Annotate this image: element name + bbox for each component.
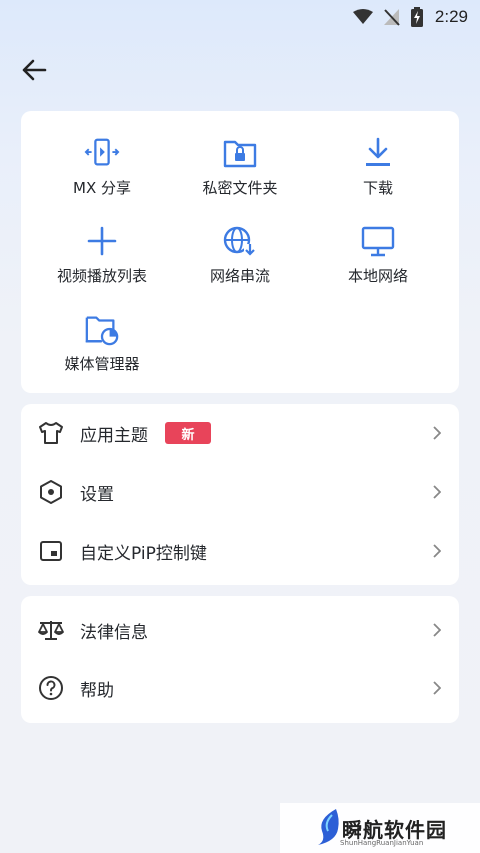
grid-label-download: 下载	[362, 179, 393, 197]
menu-label-help: 帮助	[80, 680, 114, 701]
menu-label-custom-pip: 自定义PiP控制键	[80, 543, 207, 564]
tshirt-icon	[37, 419, 65, 447]
wifi-icon	[352, 9, 373, 24]
media-manager-icon	[84, 311, 120, 347]
status-bar: 2:29	[0, 0, 480, 34]
menu-card-info: 法律信息 帮助	[21, 596, 459, 723]
grid-label-media-manager: 媒体管理器	[64, 355, 140, 373]
menu-label-app-theme: 应用主题	[80, 425, 148, 446]
mx-share-icon	[84, 135, 120, 171]
monitor-icon	[360, 223, 396, 259]
grid-item-private-folder[interactable]: 私密文件夹	[167, 135, 313, 198]
menu-item-settings[interactable]: 设置	[21, 463, 459, 521]
menu-card-general: 应用主题 新 设置 自定义PiP控制键	[21, 404, 459, 585]
battery-charging-icon	[410, 7, 423, 27]
help-icon	[37, 674, 65, 702]
chevron-right-icon	[431, 543, 443, 559]
grid-label-private-folder: 私密文件夹	[202, 179, 278, 197]
download-icon	[360, 135, 396, 171]
scale-icon	[37, 616, 65, 644]
feature-grid-card: MX 分享 私密文件夹 下载 视频播放列表 网络串流 本地网络 媒体管理器	[21, 111, 459, 393]
chevron-right-icon	[431, 680, 443, 696]
grid-label-local-network: 本地网络	[347, 267, 408, 285]
menu-label-legal-info: 法律信息	[80, 622, 148, 643]
pip-icon	[37, 537, 65, 565]
grid-item-download[interactable]: 下载	[305, 135, 451, 198]
menu-label-settings: 设置	[80, 484, 114, 505]
new-badge: 新	[165, 422, 211, 444]
arrow-left-icon	[22, 59, 47, 81]
no-signal-icon	[383, 9, 400, 26]
grid-item-mx-share[interactable]: MX 分享	[29, 135, 175, 198]
grid-label-mx-share: MX 分享	[73, 179, 131, 197]
menu-item-app-theme[interactable]: 应用主题 新	[21, 404, 459, 462]
private-folder-icon	[222, 135, 258, 171]
grid-label-network-stream: 网络串流	[209, 267, 270, 285]
menu-item-custom-pip[interactable]: 自定义PiP控制键	[21, 522, 459, 580]
plus-icon	[84, 223, 120, 259]
chevron-right-icon	[431, 622, 443, 638]
grid-item-local-network[interactable]: 本地网络	[305, 223, 451, 286]
grid-item-media-manager[interactable]: 媒体管理器	[29, 311, 175, 374]
chevron-right-icon	[431, 484, 443, 500]
watermark-subtitle: ShunHangRuanJianYuan	[340, 839, 424, 847]
grid-item-video-playlist[interactable]: 视频播放列表	[29, 223, 175, 286]
chevron-right-icon	[431, 425, 443, 441]
network-stream-icon	[222, 223, 258, 259]
grid-item-network-stream[interactable]: 网络串流	[167, 223, 313, 286]
back-button[interactable]	[16, 52, 52, 88]
grid-label-video-playlist: 视频播放列表	[56, 267, 147, 285]
status-time: 2:29	[434, 7, 468, 26]
menu-item-legal-info[interactable]: 法律信息	[21, 601, 459, 659]
settings-hex-icon	[37, 478, 65, 506]
menu-item-help[interactable]: 帮助	[21, 659, 459, 717]
watermark: 瞬航软件园 ShunHangRuanJianYuan	[280, 803, 480, 853]
